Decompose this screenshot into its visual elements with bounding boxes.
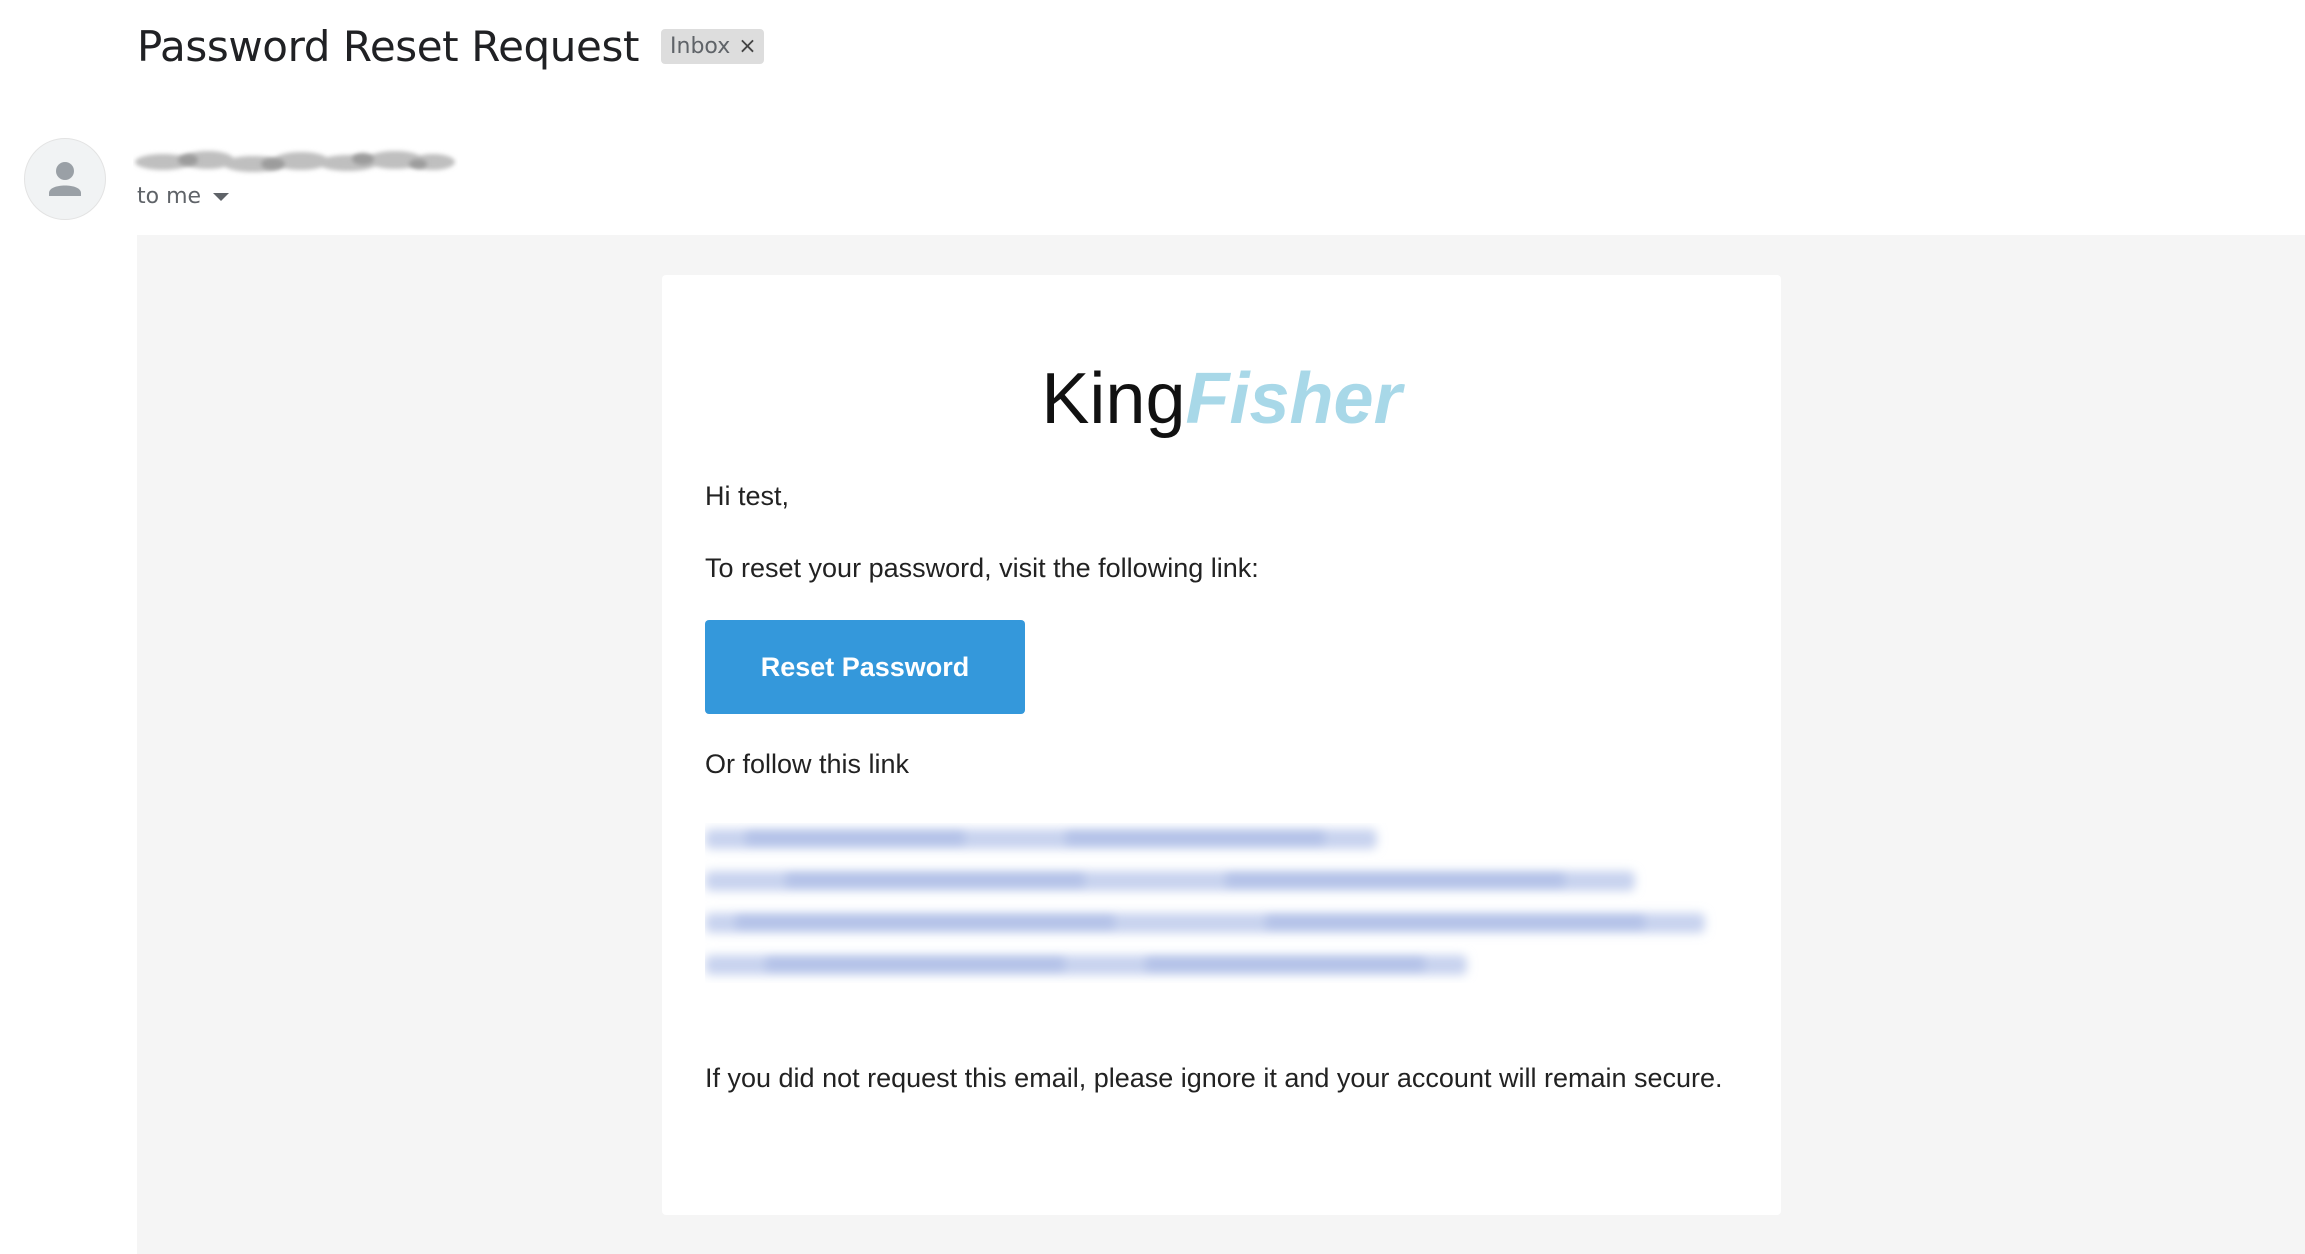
- caret-down-icon: [213, 192, 230, 201]
- logo-text-king: King: [1041, 359, 1186, 439]
- reset-link-redacted[interactable]: [705, 823, 1725, 983]
- redaction-scribble: [135, 151, 455, 172]
- blurred-url: [705, 829, 1705, 975]
- instruction-text: To reset your password, visit the follow…: [705, 553, 1259, 583]
- sender-avatar[interactable]: [24, 138, 106, 220]
- recipient-dropdown[interactable]: to me: [137, 184, 230, 209]
- person-icon: [49, 162, 81, 196]
- security-footer-text: If you did not request this email, pleas…: [705, 1063, 1723, 1093]
- inbox-label-chip[interactable]: Inbox ×: [661, 29, 764, 64]
- recipient-label: to me: [137, 184, 202, 209]
- kingfisher-logo: KingFisher: [662, 363, 1781, 435]
- sender-name-redacted[interactable]: [133, 142, 458, 182]
- logo-text-fisher: Fisher: [1185, 359, 1402, 439]
- subject-row: Password Reset Request Inbox ×: [137, 22, 764, 71]
- greeting-text: Hi test,: [705, 481, 790, 511]
- close-icon[interactable]: ×: [738, 34, 756, 59]
- label-text: Inbox: [670, 34, 731, 59]
- alternate-link-text: Or follow this link: [705, 749, 910, 779]
- email-subject: Password Reset Request: [137, 22, 640, 71]
- email-body: KingFisher Hi test, To reset your passwo…: [137, 235, 2305, 1254]
- reset-password-button[interactable]: Reset Password: [705, 620, 1025, 714]
- email-view: Password Reset Request Inbox × to me Kin…: [0, 0, 2305, 1254]
- message-card: KingFisher Hi test, To reset your passwo…: [662, 275, 1781, 1215]
